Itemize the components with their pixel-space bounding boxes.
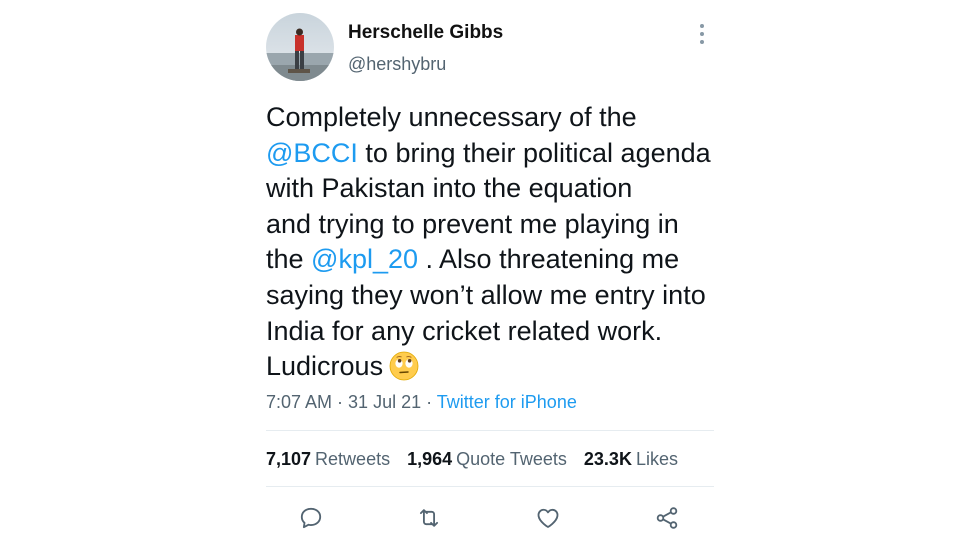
action-bar xyxy=(0,505,970,533)
share-nodes-icon xyxy=(656,507,678,529)
tweet-stats: 7,107 Retweets 1,964 Quote Tweets 23.3K Lik… xyxy=(266,449,690,470)
tweet-date[interactable]: 31 Jul 21 xyxy=(348,392,421,412)
tweet-text-segment: with Pakistan into the equation xyxy=(266,173,633,204)
author-name[interactable]: Herschelle Gibbs xyxy=(348,22,503,44)
tweet-card: Herschelle Gibbs @hershybru Completely u… xyxy=(0,0,970,545)
tweet-source[interactable]: Twitter for iPhone xyxy=(437,392,577,412)
retweets-label: Retweets xyxy=(315,449,391,469)
retweet-arrows-icon xyxy=(419,509,439,527)
tweet-text-segment: and trying to prevent me playing in xyxy=(266,208,679,239)
tweet-meta: 7:07 AM · 31 Jul 21 · Twitter for iPhone xyxy=(266,392,577,413)
tweet-text-segment: to bring their political agenda xyxy=(357,137,711,168)
likes-label: Likes xyxy=(635,449,678,469)
tweet-text-segment: Ludicrous xyxy=(266,351,384,382)
retweet-button[interactable] xyxy=(416,505,442,531)
retweets-count: 7,107 xyxy=(266,449,312,469)
tweet-line: the @kpl_20 . Also threatening me xyxy=(266,242,736,278)
divider xyxy=(266,486,714,487)
author-handle[interactable]: @hershybru xyxy=(348,54,446,75)
tweet-line: and trying to prevent me playing in xyxy=(266,207,736,243)
more-options-icon[interactable] xyxy=(692,22,712,46)
tweet-text: Completely unnecessary of the @BCCI to br… xyxy=(266,100,736,385)
rolling-eyes-emoji-icon xyxy=(389,351,419,381)
meta-separator: · xyxy=(421,392,437,412)
tweet-text-segment: India for any cricket related work. xyxy=(266,315,663,346)
tweet-text-segment: . Also threatening me xyxy=(418,244,680,275)
mention-link[interactable]: @kpl_20 xyxy=(311,244,418,274)
heart-icon xyxy=(537,508,559,528)
quote-tweets-stat[interactable]: 1,964 Quote Tweets xyxy=(407,449,567,469)
tweet-line: saying they won’t allow me entry into xyxy=(266,278,736,314)
mention-link[interactable]: @BCCI xyxy=(266,138,358,168)
retweets-stat[interactable]: 7,107 Retweets xyxy=(266,449,390,469)
meta-separator: · xyxy=(332,392,349,412)
tweet-text-segment: the xyxy=(266,244,312,275)
avatar[interactable] xyxy=(266,13,334,81)
likes-stat[interactable]: 23.3K Likes xyxy=(584,449,678,469)
tweet-line: Ludicrous xyxy=(266,349,736,385)
reply-button[interactable] xyxy=(298,505,324,531)
tweet-line: with Pakistan into the equation xyxy=(266,171,736,207)
tweet-text-segment: Completely unnecessary of the xyxy=(266,102,637,132)
likes-count: 23.3K xyxy=(583,449,632,469)
tweet-line: India for any cricket related work. xyxy=(266,314,736,350)
quote-tweets-count: 1,964 xyxy=(407,449,453,469)
share-button[interactable] xyxy=(654,505,680,531)
quote-tweets-label: Quote Tweets xyxy=(456,449,567,469)
divider xyxy=(266,430,714,431)
tweet-time[interactable]: 7:07 AM xyxy=(266,392,332,412)
tweet-line: @BCCI to bring their political agenda xyxy=(266,136,736,172)
tweet-line: Completely unnecessary of the xyxy=(266,100,736,136)
speech-bubble-icon xyxy=(300,507,322,529)
like-button[interactable] xyxy=(535,505,561,531)
tweet-text-segment: saying they won’t allow me entry into xyxy=(266,279,706,310)
